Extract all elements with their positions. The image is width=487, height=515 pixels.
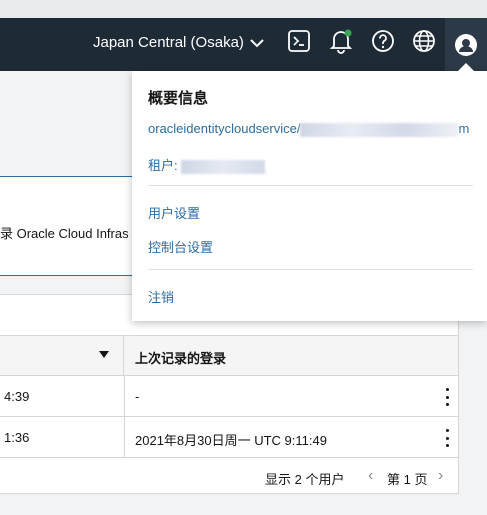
- cloud-shell-icon: [288, 30, 310, 52]
- chevron-down-icon: [250, 38, 264, 47]
- table-cell: 1:36: [4, 430, 30, 445]
- profile-dropdown: 概要信息 oracleidentitycloudservice/m 租户: 用户…: [132, 63, 487, 321]
- top-navigation-bar: Japan Central (Osaka): [0, 0, 487, 71]
- language-button[interactable]: [411, 28, 437, 54]
- sort-down-icon[interactable]: [99, 351, 109, 359]
- table-row: 1:36 2021年8月30日周一 UTC 9:11:49: [0, 417, 458, 458]
- redacted-username: [300, 122, 459, 137]
- help-icon: [372, 30, 394, 52]
- user-settings-link[interactable]: 用户设置: [148, 203, 200, 222]
- console-settings-link[interactable]: 控制台设置: [148, 237, 213, 256]
- user-icon: [455, 33, 477, 56]
- last-login-header: 上次记录的登录: [135, 351, 227, 366]
- profile-title: 概要信息: [148, 90, 209, 107]
- user-count: 显示 2 个用户: [265, 472, 345, 487]
- username-prefix: oracleidentitycloudservice/: [148, 121, 301, 136]
- cloud-shell-button[interactable]: [286, 28, 312, 54]
- table-cell: -: [135, 389, 140, 404]
- column-divider: [124, 417, 125, 457]
- column-divider: [124, 376, 125, 416]
- globe-icon: [413, 30, 435, 52]
- table-header-col1[interactable]: [0, 336, 124, 376]
- profile-username-link[interactable]: oracleidentitycloudservice/m: [148, 121, 469, 137]
- help-button[interactable]: [370, 28, 396, 54]
- tenant-label: 租户:: [148, 158, 178, 173]
- region-label: Japan Central (Osaka): [93, 34, 244, 51]
- tenant-link[interactable]: 租户:: [148, 155, 266, 174]
- prev-page-icon[interactable]: ‹: [368, 467, 373, 485]
- bell-icon: [329, 29, 353, 54]
- page-number: 第 1 页: [387, 472, 428, 487]
- sign-out-link[interactable]: 注销: [148, 287, 174, 306]
- divider: [148, 185, 473, 186]
- table-footer: 显示 2 个用户 ‹ 第 1 页 ›: [0, 457, 458, 495]
- username-suffix: m: [458, 121, 470, 136]
- users-table: 上次记录的登录 4:39 - 1:36 2021年8月30日周一 UTC 9:1…: [0, 294, 459, 494]
- redacted-tenant: [181, 159, 266, 174]
- row-actions-icon[interactable]: [442, 429, 452, 447]
- dropdown-caret: [458, 63, 474, 71]
- table-cell: 2021年8月30日周一 UTC 9:11:49: [135, 433, 327, 448]
- info-field-text: 录 Oracle Cloud Infras: [0, 226, 129, 241]
- divider: [148, 269, 473, 270]
- table-row: 4:39 -: [0, 376, 458, 417]
- notifications-button[interactable]: [328, 28, 354, 54]
- row-actions-icon[interactable]: [442, 388, 452, 406]
- region-selector[interactable]: Japan Central (Osaka): [93, 34, 264, 51]
- table-header: 上次记录的登录: [0, 335, 458, 376]
- table-cell: 4:39: [4, 389, 30, 404]
- info-field: 录 Oracle Cloud Infras: [0, 176, 132, 276]
- next-page-icon[interactable]: ›: [438, 467, 443, 485]
